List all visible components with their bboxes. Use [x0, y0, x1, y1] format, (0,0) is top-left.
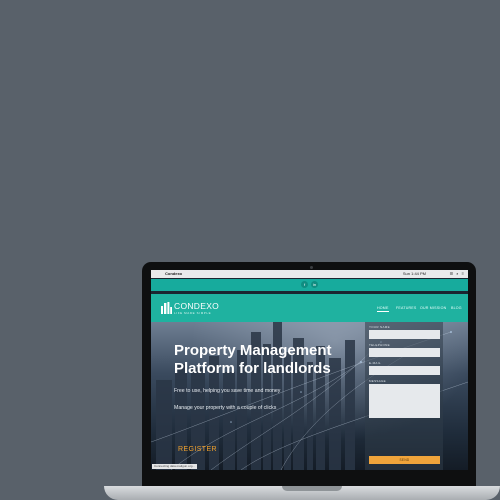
logo-text[interactable]: CONDEXO — [174, 301, 219, 311]
facebook-icon[interactable]: f — [301, 281, 308, 288]
name-field[interactable] — [369, 330, 440, 339]
message-field[interactable] — [369, 384, 440, 418]
telephone-label: TELEPHONE — [369, 343, 390, 347]
nav-item-features[interactable]: FEATURES — [396, 306, 417, 310]
message-label: MESSAGE — [369, 379, 386, 383]
hero-title: Property Management Platform for landlor… — [174, 342, 332, 377]
logo-tagline: LIFE MADE SIMPLE — [174, 311, 212, 315]
email-field[interactable] — [369, 366, 440, 375]
hero-section: Property Management Platform for landlor… — [151, 322, 468, 470]
telephone-field[interactable] — [369, 348, 440, 357]
laptop-mockup: Condexo Sun 1:44 PM ☰ ⌕ ≡ f in CONDEXO L… — [0, 0, 500, 500]
send-button[interactable]: SEND — [369, 456, 440, 464]
menubar-clock[interactable]: Sun 1:44 PM — [403, 270, 426, 278]
site-navbar: CONDEXO LIFE MADE SIMPLE HOME FEATURES O… — [151, 294, 468, 322]
email-label: E-MAIL — [369, 361, 381, 365]
contact-form: YOUR NAME TELEPHONE E-MAIL MESSAGE SEND — [365, 322, 443, 470]
laptop-notch — [282, 486, 342, 491]
social-topbar: f in — [151, 279, 468, 291]
menubar-app-name[interactable]: Condexo — [165, 270, 182, 278]
laptop-screen: Condexo Sun 1:44 PM ☰ ⌕ ≡ f in CONDEXO L… — [151, 270, 468, 470]
hero-subtitle-manage: Manage your property with a couple of cl… — [174, 405, 277, 411]
nav-item-our-mission[interactable]: OUR MISSION — [420, 306, 446, 310]
browser-status-bar: Connecting data.mailgun.org... — [152, 464, 197, 469]
mac-menubar: Condexo Sun 1:44 PM ☰ ⌕ ≡ — [151, 270, 468, 278]
menubar-status-icons[interactable]: ☰ ⌕ ≡ — [450, 270, 465, 278]
nav-item-home[interactable]: HOME — [377, 306, 389, 312]
nav-item-blog[interactable]: BLOG — [451, 306, 462, 310]
building-logo-icon[interactable] — [161, 302, 172, 314]
linkedin-icon[interactable]: in — [311, 281, 318, 288]
camera-icon — [310, 266, 313, 269]
register-button[interactable]: REGISTER — [178, 446, 217, 453]
name-label: YOUR NAME — [369, 325, 390, 329]
hero-subtitle-savings: Free to use, helping you save time and m… — [174, 388, 281, 394]
